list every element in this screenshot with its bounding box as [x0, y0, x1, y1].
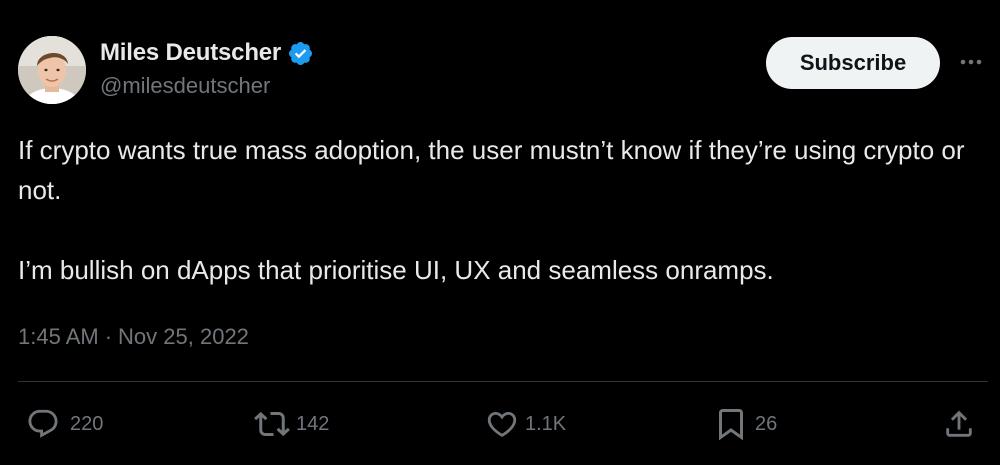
- avatar[interactable]: [18, 36, 86, 104]
- tweet-paragraph: I’m bullish on dApps that prioritise UI,…: [18, 255, 774, 285]
- bookmark-count: 26: [755, 412, 778, 435]
- like-button[interactable]: 1.1K: [485, 404, 566, 444]
- reply-button[interactable]: 220: [26, 404, 103, 444]
- author-name[interactable]: Miles Deutscher: [100, 39, 281, 67]
- divider: [18, 381, 988, 382]
- verified-badge-icon: [287, 40, 314, 67]
- author-handle[interactable]: @milesdeutscher: [100, 73, 270, 99]
- tweet-time[interactable]: 1:45 AM: [18, 324, 99, 350]
- author-name-row[interactable]: Miles Deutscher: [100, 38, 314, 68]
- tweet-text: If crypto wants true mass adoption, the …: [18, 130, 978, 290]
- repost-count: 142: [296, 412, 330, 435]
- tweet-date[interactable]: Nov 25, 2022: [118, 324, 249, 350]
- timestamp-separator: ·: [104, 324, 113, 349]
- reply-count: 220: [70, 412, 104, 435]
- repost-icon: [254, 411, 290, 437]
- repost-button[interactable]: 142: [254, 404, 329, 444]
- bookmark-button[interactable]: 26: [713, 404, 777, 444]
- reply-icon: [28, 409, 58, 438]
- share-icon: [946, 410, 972, 437]
- share-button[interactable]: [942, 404, 976, 444]
- like-count: 1.1K: [525, 412, 567, 435]
- timestamp[interactable]: 1:45 AM · Nov 25, 2022: [18, 321, 249, 353]
- bookmark-icon: [719, 409, 743, 441]
- subscribe-button[interactable]: Subscribe: [766, 37, 940, 89]
- heart-icon: [487, 411, 517, 437]
- more-options-icon[interactable]: [956, 50, 986, 74]
- tweet-paragraph: If crypto wants true mass adoption, the …: [18, 135, 965, 205]
- avatar-image: [18, 36, 86, 104]
